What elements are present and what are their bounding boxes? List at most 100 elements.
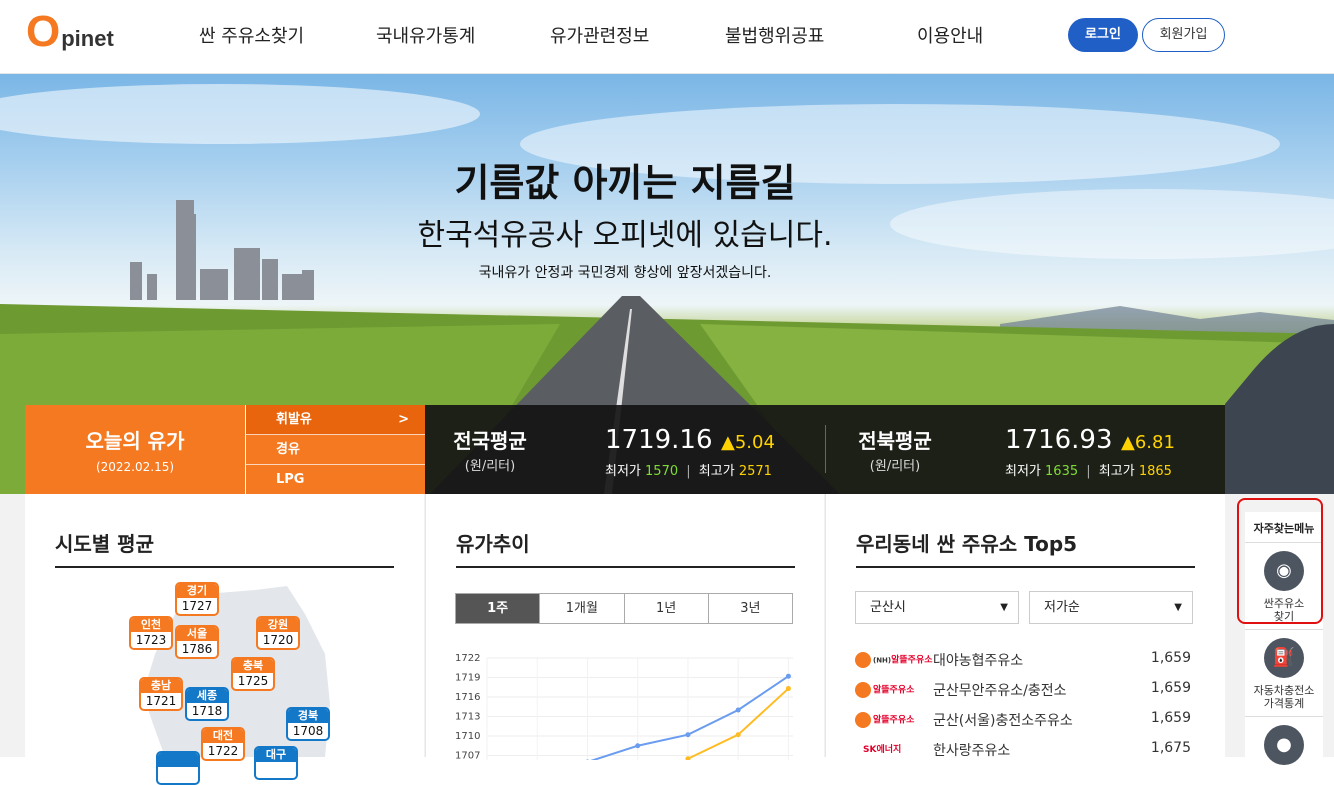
opinet-logo[interactable]: O pinet: [26, 7, 114, 56]
brand-prefix: (NH): [873, 656, 892, 665]
national-min-price: 1570: [645, 464, 679, 479]
nav-oil-info[interactable]: 유가관련정보: [550, 22, 649, 48]
map-badge-incheon[interactable]: 인천 1723: [129, 616, 173, 650]
region-max-label: 최고가: [1098, 464, 1135, 479]
map-badge-gangwon[interactable]: 강원 1720: [256, 616, 300, 650]
data-point[interactable]: [635, 743, 641, 749]
data-point[interactable]: [785, 673, 791, 679]
price-summary-bar: 전국평균 (원/리터) 1719.16 ▲5.04 최저가 1570 | 최고가…: [425, 405, 1225, 494]
quick-charging-stats[interactable]: ⛽ 자동차충전소 가격통계: [1245, 630, 1323, 717]
quick-item-label2: 가격통계: [1263, 697, 1305, 710]
brand-logo-icon: SK에너지: [863, 742, 901, 755]
map-badge-value: 1708: [292, 724, 324, 738]
national-avg-label: 전국평균: [453, 429, 527, 453]
map-badge-gyeonggi[interactable]: 경기 1727: [175, 582, 219, 616]
station-price: 1,659: [1150, 650, 1191, 666]
map-badge-gyeongbuk[interactable]: 경북 1708: [286, 707, 330, 741]
login-button[interactable]: 로그인: [1068, 18, 1138, 52]
chevron-right-icon: >: [398, 412, 409, 427]
map-badge-daejeon[interactable]: 대전 1722: [201, 727, 245, 761]
map-badge-name: 충북: [233, 659, 273, 673]
national-max-label: 최고가: [698, 464, 735, 479]
today-title: 오늘의 유가: [85, 429, 185, 453]
period-1year[interactable]: 1년: [624, 594, 709, 623]
map-badge-extra[interactable]: [156, 751, 200, 785]
national-change: ▲5.04: [721, 432, 775, 453]
station-row[interactable]: 알뜰주유소 군산(서울)충전소주유소 1,659: [855, 710, 1195, 734]
map-badge-name: 대구: [256, 748, 296, 762]
period-1week[interactable]: 1주: [456, 594, 541, 623]
map-badge-chungbuk[interactable]: 충북 1725: [231, 657, 275, 691]
brand-name: SK에너지: [863, 745, 902, 755]
trend-line-chart: 1722 1719 1716 1713 1710 1707: [455, 653, 793, 761]
tab-diesel[interactable]: 경유: [245, 435, 425, 465]
caret-down-icon: ▼: [1174, 602, 1182, 613]
map-badge-name: 충남: [141, 679, 181, 693]
data-point[interactable]: [785, 686, 791, 692]
nav-cheap-station[interactable]: 싼 주유소찾기: [199, 22, 304, 48]
city-select-value: 군산시: [870, 600, 906, 615]
separator: |: [686, 464, 691, 479]
map-badge-chungnam[interactable]: 충남 1721: [139, 677, 183, 711]
national-max-price: 2571: [738, 464, 772, 479]
data-point[interactable]: [735, 707, 741, 713]
gas-pump-icon: ⛽: [1264, 638, 1304, 678]
station-price: 1,659: [1150, 710, 1191, 726]
map-badge-name: 대전: [203, 729, 243, 743]
y-tick-label: 1707: [455, 751, 480, 761]
separator: |: [1086, 464, 1091, 479]
period-1month[interactable]: 1개월: [540, 594, 625, 623]
data-point[interactable]: [735, 732, 741, 738]
tab-gasoline[interactable]: 휘발유 >: [245, 405, 425, 435]
y-tick-label: 1713: [455, 712, 480, 723]
data-point[interactable]: [685, 732, 691, 738]
map-badge-value: 1718: [191, 704, 223, 718]
brand-logo-icon: 알뜰주유소: [855, 682, 914, 698]
annotation-highlight: [1237, 498, 1323, 624]
tab-lpg[interactable]: LPG: [245, 465, 425, 495]
top5-title: 우리동네 싼 주유소 Top5: [856, 532, 1078, 556]
divider: [825, 425, 826, 473]
station-price: 1,675: [1150, 740, 1191, 756]
map-badge-name: 경기: [177, 584, 217, 598]
fuel-type-tabs: 휘발유 > 경유 LPG: [245, 405, 425, 495]
national-min-label: 최저가: [605, 464, 641, 479]
map-badge-daegu[interactable]: 대구: [254, 746, 298, 780]
map-badge-name: 세종: [187, 689, 227, 703]
national-avg-price: 1719.16: [605, 425, 713, 455]
sido-panel: 시도별 평균 경기 1727 인천 1723 서울 1786 강원 1720 충…: [25, 494, 424, 785]
period-3year[interactable]: 3년: [708, 594, 792, 623]
quick-map[interactable]: ●: [1245, 717, 1323, 777]
nav-violations[interactable]: 불법행위공표: [725, 22, 824, 48]
city-select[interactable]: 군산시 ▼: [855, 591, 1019, 624]
station-row[interactable]: 알뜰주유소 군산무안주유소/충전소 1,659: [855, 680, 1195, 704]
quick-item-label: 자동차충전소: [1253, 684, 1315, 697]
nav-guide[interactable]: 이용안내: [917, 22, 983, 48]
hero-tagline: 국내유가 안정과 국민경제 향상에 앞장서겠습니다.: [478, 265, 772, 281]
national-unit: (원/리터): [464, 459, 516, 474]
y-tick-label: 1716: [455, 692, 480, 703]
caret-down-icon: ▼: [1000, 602, 1008, 613]
region-min-label: 최저가: [1005, 464, 1041, 479]
data-point[interactable]: [585, 759, 590, 761]
brand-logo-icon: 알뜰주유소: [855, 712, 914, 728]
station-row[interactable]: SK에너지 한사랑주유소 1,675: [855, 740, 1195, 764]
top5-underline: [856, 566, 1195, 568]
station-name: 한사랑주유소: [933, 743, 1011, 759]
region-minmax: 최저가 1635 | 최고가 1865: [1005, 460, 1172, 479]
brand-name: 알뜰주유소: [891, 655, 933, 666]
join-button[interactable]: 회원가입: [1142, 18, 1225, 52]
trend-underline: [456, 566, 795, 568]
station-name: 대야농협주유소: [933, 653, 1024, 669]
region-avg-price: 1716.93: [1005, 425, 1113, 455]
logo-o: O: [26, 7, 61, 56]
map-badge-seoul[interactable]: 서울 1786: [175, 625, 219, 659]
order-select[interactable]: 저가순 ▼: [1029, 591, 1193, 624]
y-tick-label: 1719: [455, 673, 480, 684]
station-price: 1,659: [1150, 680, 1191, 696]
map-badge-sejong[interactable]: 세종 1718: [185, 687, 229, 721]
period-selector: 1주 1개월 1년 3년: [455, 593, 793, 624]
station-row[interactable]: (NH)알뜰주유소 대야농협주유소 1,659: [855, 650, 1195, 674]
map-badge-value: 1721: [145, 694, 177, 708]
nav-domestic-stats[interactable]: 국내유가통계: [376, 22, 475, 48]
